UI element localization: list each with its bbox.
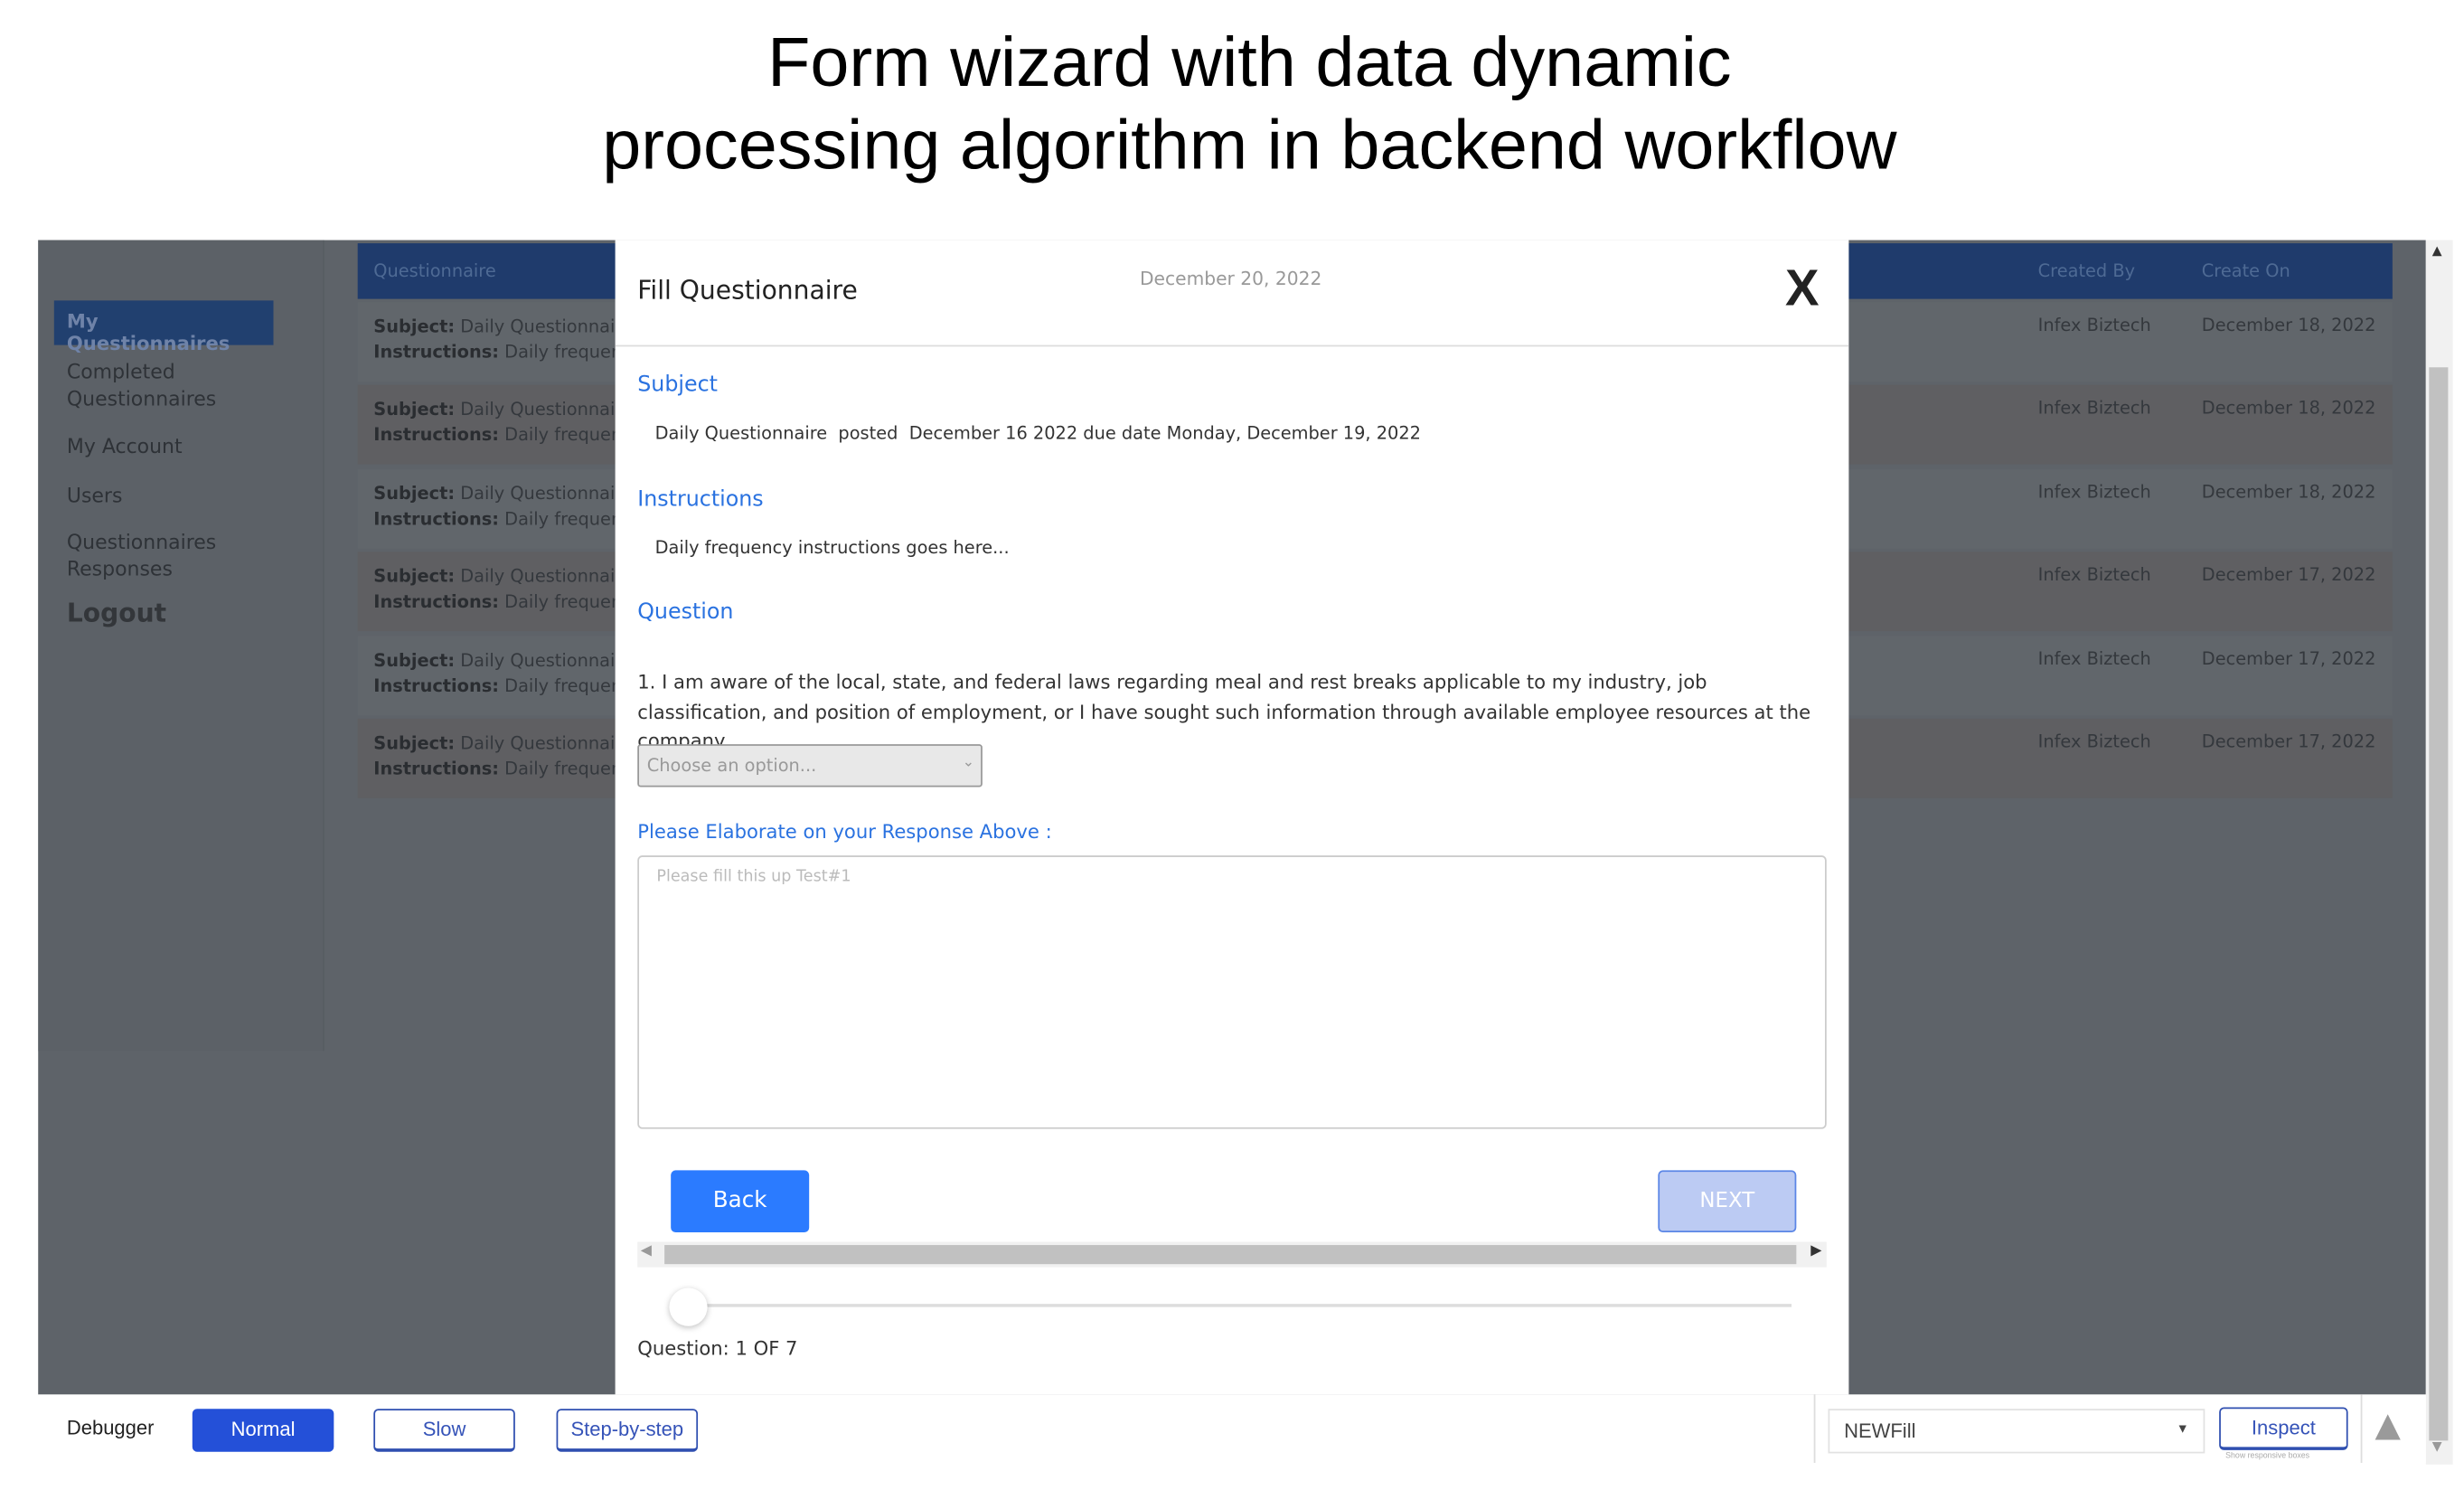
caption-line-1: Form wizard with data dynamic	[767, 24, 1732, 102]
debugger-bar: Debugger Normal Slow Step-by-step NEWFil…	[38, 1394, 2426, 1464]
subject-text: Daily Questionnaire posted December 16 2…	[654, 422, 1421, 444]
sidebar-item-completed-questionnaires[interactable]: Completed Questionnaires	[67, 358, 241, 412]
scrollbar-thumb[interactable]	[664, 1245, 1797, 1265]
modal-date: December 20, 2022	[1139, 267, 1322, 290]
scroll-right-icon[interactable]: ▶	[1810, 1243, 1821, 1259]
scroll-left-icon[interactable]: ◀	[641, 1243, 652, 1259]
column-header-created-by[interactable]: Created By	[2038, 260, 2135, 281]
row-created-by: Infex Biztech	[2037, 647, 2151, 669]
subject-label: Subject:	[373, 649, 456, 671]
subject-label: Subject:	[373, 400, 456, 420]
sidebar-item-users[interactable]: Users	[67, 482, 123, 509]
column-header-create-on[interactable]: Create On	[2202, 260, 2290, 281]
subject-label: Subject:	[373, 732, 456, 754]
sidebar-item-questionnaires-responses[interactable]: Questionnaires Responses	[67, 528, 241, 582]
row-created-by: Infex Biztech	[2037, 481, 2151, 503]
instructions-label: Instructions:	[373, 758, 500, 779]
row-created-by: Infex Biztech	[2037, 731, 2151, 752]
textarea-placeholder: Please fill this up Test#1	[656, 868, 851, 886]
debugger-label: Debugger	[66, 1417, 155, 1439]
back-button[interactable]: Back	[671, 1170, 810, 1232]
row-create-on: December 17, 2022	[2201, 731, 2376, 752]
row-created-by: Infex Biztech	[2037, 315, 2151, 336]
row-subject: Daily Questionnaire	[460, 566, 633, 588]
row-created-by: Infex Biztech	[2037, 398, 2151, 420]
next-button[interactable]: NEXT	[1658, 1170, 1797, 1232]
row-create-on: December 18, 2022	[2201, 398, 2376, 420]
progress-slider-track[interactable]	[671, 1304, 1792, 1307]
inspect-hint[interactable]: Show responsive boxes	[2225, 1452, 2309, 1462]
sidebar-item-my-questionnaires[interactable]: My Questionnaires	[53, 300, 274, 354]
warning-icon[interactable]: ▲	[2375, 1406, 2400, 1444]
scroll-up-icon[interactable]: ▲	[2432, 243, 2442, 258]
caption-line-2: processing algorithm in backend workflow	[602, 106, 1897, 185]
answer-select-placeholder: Choose an option...	[646, 755, 817, 777]
progress-slider-handle[interactable]	[669, 1287, 708, 1326]
progress-text: Question: 1 OF 7	[637, 1337, 798, 1360]
subject-label: Subject:	[373, 483, 456, 505]
row-create-on: December 18, 2022	[2201, 481, 2376, 503]
row-instructions: Daily frequenc	[504, 508, 632, 530]
normal-speed-button[interactable]: Normal	[192, 1409, 334, 1452]
page-scrollbar[interactable]: ▲ ▼	[2425, 240, 2453, 1465]
questionnaire-cell: Subject: Daily Questionnaire Instructions…	[373, 398, 633, 448]
slow-speed-button[interactable]: Slow	[373, 1409, 515, 1452]
elaborate-label: Please Elaborate on your Response Above …	[637, 820, 1052, 844]
row-subject: Daily Questionnaire	[460, 400, 633, 420]
page-select-dropdown[interactable]: NEWFill ▼	[1828, 1409, 2205, 1454]
row-create-on: December 17, 2022	[2201, 564, 2376, 586]
row-subject: Daily Questionnaire	[460, 732, 633, 754]
answer-select[interactable]: Choose an option... ⌄	[637, 744, 983, 787]
questionnaire-cell: Subject: Daily Questionnaire Instructions…	[373, 482, 633, 533]
row-instructions: Daily frequenc	[504, 591, 632, 613]
subject-label: Subject:	[373, 566, 456, 588]
header-divider	[615, 344, 1849, 347]
subject-heading: Subject	[637, 372, 718, 398]
questionnaire-cell: Subject: Daily Questionnaire Instructions…	[373, 315, 633, 365]
debugger-divider-2	[2360, 1394, 2363, 1464]
row-create-on: December 18, 2022	[2201, 315, 2376, 336]
instructions-label: Instructions:	[373, 591, 500, 613]
questionnaire-cell: Subject: Daily Questionnaire Instructions…	[373, 731, 633, 782]
row-subject: Daily Questionnaire	[460, 649, 633, 671]
sidebar-item-my-account[interactable]: My Account	[67, 432, 183, 459]
questionnaire-cell: Subject: Daily Questionnaire Instructions…	[373, 565, 633, 616]
inspect-button[interactable]: Inspect	[2219, 1407, 2348, 1450]
instructions-label: Instructions:	[373, 425, 500, 447]
page-scrollbar-thumb[interactable]	[2429, 367, 2449, 1441]
row-instructions: Daily frequenc	[504, 342, 632, 363]
row-create-on: December 17, 2022	[2201, 647, 2376, 669]
row-subject: Daily Questionnaire	[460, 483, 633, 505]
row-instructions: Daily frequenc	[504, 674, 632, 696]
row-subject: Daily Questionnaire	[460, 316, 633, 337]
instructions-label: Instructions:	[373, 342, 500, 363]
question-text: 1. I am aware of the local, state, and f…	[637, 671, 1811, 752]
dropdown-arrow-icon: ▼	[2176, 1421, 2189, 1437]
horizontal-scrollbar[interactable]: ◀ ▶	[637, 1241, 1827, 1268]
row-instructions: Daily frequenc	[504, 758, 632, 779]
sidebar: My Questionnaires Completed Questionnair…	[38, 240, 324, 1051]
chevron-down-icon: ⌄	[962, 755, 975, 771]
subject-label: Subject:	[373, 316, 456, 337]
step-by-step-button[interactable]: Step-by-step	[556, 1409, 699, 1452]
debugger-divider	[1813, 1394, 1816, 1464]
row-instructions: Daily frequenc	[504, 425, 632, 447]
screenshot: Form wizard with data dynamic processing…	[0, 0, 2464, 1490]
fill-questionnaire-modal: Fill Questionnaire December 20, 2022 X S…	[615, 240, 1849, 1395]
instructions-label: Instructions:	[373, 508, 500, 530]
close-icon[interactable]: X	[1785, 259, 1820, 318]
question-heading: Question	[637, 599, 734, 626]
questionnaire-cell: Subject: Daily Questionnaire Instructions…	[373, 648, 633, 699]
column-header-questionnaire[interactable]: Questionnaire	[373, 260, 495, 281]
instructions-text: Daily frequency instructions goes here..…	[654, 537, 1010, 559]
elaborate-textarea[interactable]: Please fill this up Test#1	[637, 855, 1827, 1129]
caption: Form wizard with data dynamic processing…	[0, 23, 2464, 188]
instructions-label: Instructions:	[373, 674, 500, 696]
scroll-down-icon[interactable]: ▼	[2432, 1439, 2442, 1454]
instructions-heading: Instructions	[637, 486, 764, 513]
page-select-value: NEWFill	[1844, 1419, 1916, 1443]
modal-title: Fill Questionnaire	[637, 275, 858, 306]
row-created-by: Infex Biztech	[2037, 564, 2151, 586]
sidebar-item-logout[interactable]: Logout	[67, 599, 166, 627]
